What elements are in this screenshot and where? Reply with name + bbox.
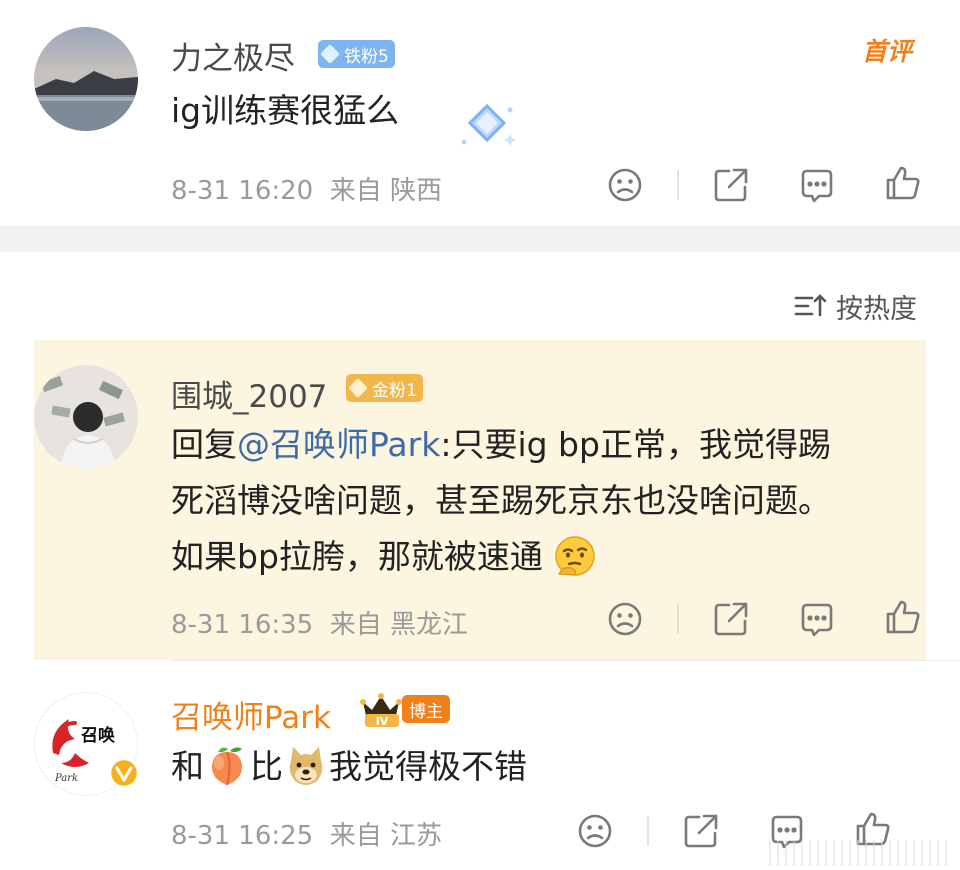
- svg-text:IV: IV: [376, 715, 389, 728]
- avatar-text: 召唤: [81, 725, 115, 746]
- username[interactable]: 围城_2007: [171, 371, 327, 416]
- divider: [677, 604, 679, 634]
- timestamp: 8-31 16:20 来自 陕西: [171, 176, 442, 206]
- location: 来自 江苏: [329, 821, 442, 851]
- crown-level-icon: IV: [359, 690, 403, 728]
- role-badge: 博主: [402, 695, 450, 723]
- comment-text: 和 比 我觉得极不错: [171, 739, 527, 795]
- like-icon[interactable]: [884, 164, 922, 202]
- diamond-decoration-icon: [454, 96, 520, 154]
- sad-face-icon[interactable]: [606, 600, 644, 638]
- fan-badge[interactable]: 金粉1: [346, 374, 423, 402]
- verified-icon: [108, 757, 140, 789]
- share-icon[interactable]: [682, 812, 720, 850]
- divider: [677, 170, 679, 200]
- doge-emoji-icon: [289, 746, 323, 785]
- section-separator: [0, 226, 960, 252]
- sad-face-icon[interactable]: [576, 812, 614, 850]
- like-icon[interactable]: [884, 598, 922, 636]
- divider: [647, 816, 649, 846]
- timestamp: 8-31 16:35 来自 黑龙江: [171, 610, 468, 640]
- fan-badge[interactable]: 铁粉5: [318, 40, 395, 68]
- watermark: [760, 836, 960, 870]
- comment-text-line3: 如果bp拉胯，那就被速通: [171, 529, 597, 585]
- username[interactable]: 召唤师Park: [171, 692, 331, 737]
- first-comment-label: 首评: [862, 37, 913, 66]
- sad-face-icon[interactable]: [606, 166, 644, 204]
- username[interactable]: 力之极尽: [171, 33, 295, 78]
- location: 来自 黑龙江: [329, 610, 468, 640]
- sort-label: 按热度: [836, 293, 917, 325]
- comment-icon[interactable]: [798, 600, 836, 638]
- diamond-icon: [348, 378, 368, 398]
- comment-text: ig训练赛很猛么: [171, 91, 400, 130]
- location: 来自 陕西: [329, 176, 442, 206]
- timestamp: 8-31 16:25 来自 江苏: [171, 821, 442, 851]
- share-icon[interactable]: [712, 600, 750, 638]
- comment-icon[interactable]: [798, 166, 836, 204]
- avatar-sub: Park: [54, 773, 78, 784]
- row-divider: [171, 660, 960, 661]
- avatar[interactable]: [34, 27, 138, 131]
- sort-button[interactable]: 按热度: [794, 288, 917, 325]
- comment-text-line2: 死滔博没啥问题，甚至踢死京东也没啥问题。: [171, 481, 831, 520]
- avatar[interactable]: [34, 365, 138, 469]
- diamond-icon: [320, 44, 340, 64]
- comment-text: 回复@召唤师Park:只要ig bp正常，我觉得踢: [171, 425, 831, 464]
- share-icon[interactable]: [712, 166, 750, 204]
- peach-emoji-icon: [211, 746, 243, 785]
- sort-icon: [794, 294, 827, 317]
- thinking-emoji-icon: [555, 535, 596, 576]
- mention-link[interactable]: @召唤师Park: [237, 425, 440, 464]
